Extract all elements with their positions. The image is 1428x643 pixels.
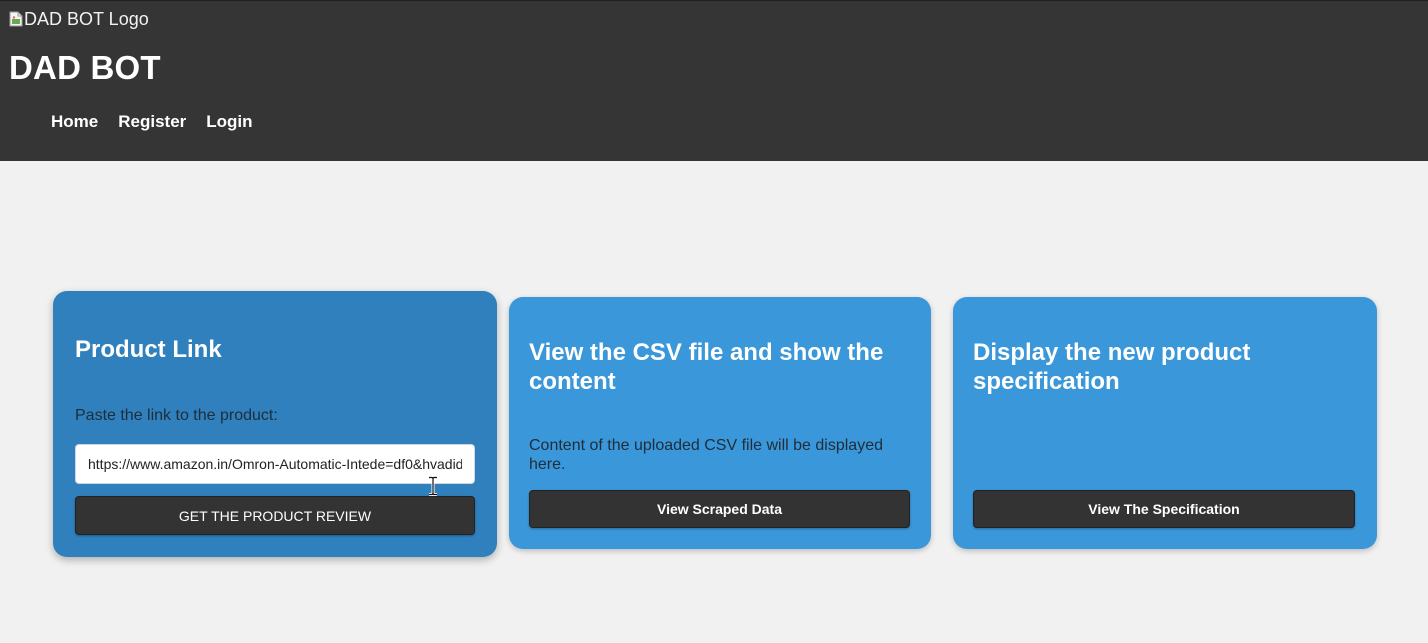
specification-card: Display the new product specification Vi… (953, 297, 1377, 549)
site-logo[interactable]: DAD BOT Logo (9, 9, 149, 29)
logo-alt-text: DAD BOT Logo (24, 9, 149, 29)
site-header: DAD BOT Logo DAD BOT Home Register Login (0, 0, 1428, 161)
nav-link-home[interactable]: Home (51, 112, 98, 132)
csv-card-description: Content of the uploaded CSV file will be… (529, 437, 883, 473)
specification-card-title: Display the new product specification (973, 339, 1251, 395)
main-nav: Home Register Login (51, 112, 273, 132)
text-cursor-icon (427, 476, 439, 496)
view-scraped-data-button[interactable]: View Scraped Data (529, 490, 910, 528)
product-url-input[interactable] (75, 444, 475, 484)
site-title: DAD BOT (9, 49, 161, 86)
product-link-title: Product Link (75, 336, 222, 363)
product-link-prompt: Paste the link to the product: (75, 407, 278, 424)
product-link-card: Product Link Paste the link to the produ… (53, 291, 497, 557)
nav-link-login[interactable]: Login (206, 112, 252, 132)
get-product-review-button[interactable]: GET THE PRODUCT REVIEW (75, 496, 475, 535)
csv-card: View the CSV file and show the content C… (509, 297, 931, 549)
view-specification-button[interactable]: View The Specification (973, 490, 1355, 528)
broken-image-icon (9, 11, 23, 27)
csv-card-title: View the CSV file and show the content (529, 339, 884, 395)
nav-link-register[interactable]: Register (118, 112, 186, 132)
